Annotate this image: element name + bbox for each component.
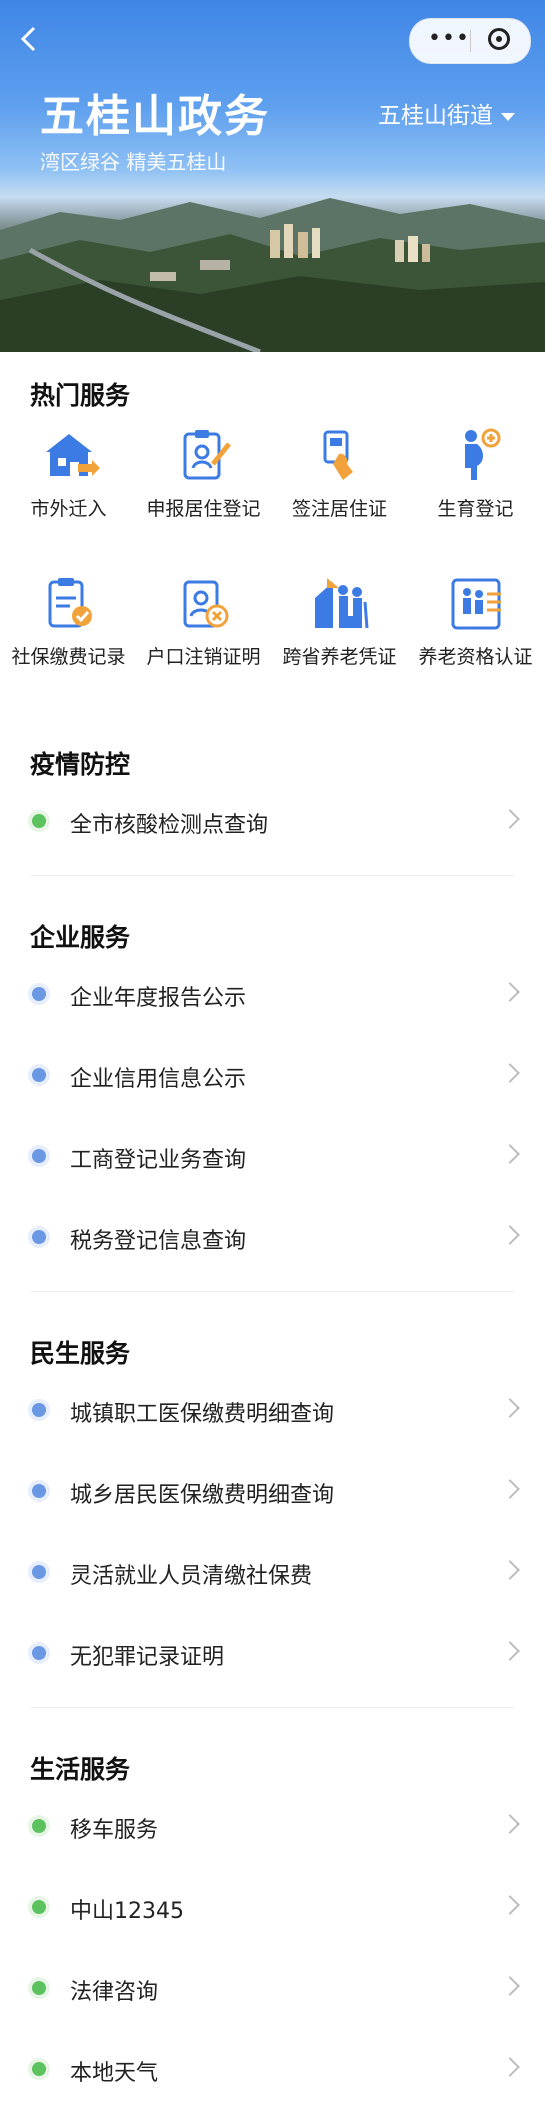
- district-selector[interactable]: 五桂山街道: [378, 96, 515, 130]
- chevron-right-icon: [500, 1063, 520, 1083]
- list-item-label: 工商登记业务查询: [70, 1148, 247, 1173]
- list-item-label: 中山12345: [70, 1899, 184, 1924]
- list-item-enterprise-credit[interactable]: 企业信用信息公示: [0, 1035, 545, 1115]
- chevron-right-icon: [500, 1144, 520, 1164]
- list-item-label: 法律咨询: [70, 1980, 159, 2005]
- hot-service-qianzhu-juzhuzheng[interactable]: 签注居住证: [272, 424, 407, 522]
- elderly-home-icon: [309, 572, 371, 634]
- list-item-resident-medical-insurance[interactable]: 城乡居民医保缴费明细查询: [0, 1451, 545, 1531]
- chevron-right-icon: [500, 1895, 520, 1915]
- district-label: 五桂山街道: [378, 103, 493, 129]
- list-item-label: 城镇职工医保缴费明细查询: [70, 1402, 335, 1427]
- id-cancel-icon: [173, 572, 235, 634]
- hot-service-shiwai-qianru[interactable]: 市外迁入: [1, 424, 136, 522]
- status-dot: [32, 2062, 46, 2076]
- list-item-legal-consultation[interactable]: 法律咨询: [0, 1948, 545, 2028]
- city-landscape-image: [0, 198, 545, 352]
- section-title-hot-services: 热门服务: [30, 381, 131, 410]
- list-item-flexible-employment-social-security[interactable]: 灵活就业人员清缴社保费: [0, 1532, 545, 1612]
- hot-service-label: 市外迁入: [30, 498, 107, 520]
- status-dot: [32, 1484, 46, 1498]
- section-divider: [30, 875, 515, 876]
- section-divider: [30, 1707, 515, 1708]
- close-target-icon[interactable]: [488, 28, 510, 50]
- chevron-right-icon: [500, 1398, 520, 1418]
- list-item-label: 灵活就业人员清缴社保费: [70, 1564, 313, 1589]
- chevron-right-icon: [500, 1641, 520, 1661]
- clipboard-check-icon: [38, 572, 100, 634]
- hot-service-label: 申报居住登记: [146, 498, 261, 520]
- status-dot: [32, 1403, 46, 1417]
- section-title-enterprise: 企业服务: [30, 923, 131, 952]
- list-item-local-weather[interactable]: 本地天气: [0, 2029, 545, 2109]
- hot-service-hukou-zhuxiao[interactable]: 户口注销证明: [136, 572, 271, 670]
- hero-banner: ••• 五桂山政务 湾区绿谷 精美五桂山 五桂山街道: [0, 0, 545, 352]
- hot-service-label: 养老资格认证: [418, 646, 533, 668]
- chevron-right-icon: [500, 1225, 520, 1245]
- list-item-label: 企业信用信息公示: [70, 1067, 247, 1092]
- status-dot: [32, 1819, 46, 1833]
- hot-service-label: 社保缴费记录: [11, 646, 126, 668]
- hot-service-label: 户口注销证明: [146, 646, 261, 668]
- page-title: 五桂山政务: [40, 91, 270, 142]
- hot-service-label: 生育登记: [437, 498, 514, 520]
- section-title-life: 生活服务: [30, 1755, 131, 1784]
- list-item-no-criminal-record[interactable]: 无犯罪记录证明: [0, 1613, 545, 1693]
- list-item-label: 税务登记信息查询: [70, 1229, 247, 1254]
- more-icon[interactable]: •••: [428, 28, 470, 50]
- status-dot: [32, 1230, 46, 1244]
- hot-service-label: 签注居住证: [291, 498, 387, 520]
- section-title-livelihood: 民生服务: [30, 1339, 131, 1368]
- list-item-zhongshan-12345[interactable]: 中山12345: [0, 1867, 545, 1947]
- status-dot: [32, 1981, 46, 1995]
- hot-service-shebao-jiaofei[interactable]: 社保缴费记录: [1, 572, 136, 670]
- chevron-right-icon: [500, 1479, 520, 1499]
- list-item-move-car[interactable]: 移车服务: [0, 1786, 545, 1866]
- list-item-enterprise-annual-report[interactable]: 企业年度报告公示: [0, 954, 545, 1034]
- status-dot: [32, 1900, 46, 1914]
- status-dot: [32, 987, 46, 1001]
- hot-service-shenbao-juzhu[interactable]: 申报居住登记: [136, 424, 271, 522]
- chevron-right-icon: [500, 1976, 520, 1996]
- pregnant-woman-icon: [445, 424, 507, 486]
- status-dot: [32, 1646, 46, 1660]
- hot-service-kuasheng-yanglao[interactable]: 跨省养老凭证: [272, 572, 407, 670]
- list-item-label: 本地天气: [70, 2061, 159, 2086]
- chevron-right-icon: [500, 809, 520, 829]
- hot-service-label: 跨省养老凭证: [282, 646, 397, 668]
- list-item-label: 无犯罪记录证明: [70, 1645, 225, 1670]
- list-item-tax-registration[interactable]: 税务登记信息查询: [0, 1197, 545, 1277]
- status-dot: [32, 1068, 46, 1082]
- list-item-urban-medical-insurance[interactable]: 城镇职工医保缴费明细查询: [0, 1370, 545, 1450]
- mini-program-capsule: •••: [409, 18, 531, 64]
- status-dot: [32, 1149, 46, 1163]
- list-item-label: 全市核酸检测点查询: [70, 813, 269, 838]
- chevron-right-icon: [500, 1814, 520, 1834]
- hot-service-yanglao-zige[interactable]: 养老资格认证: [408, 572, 543, 670]
- list-item-label: 移车服务: [70, 1818, 159, 1843]
- back-icon[interactable]: [18, 24, 40, 54]
- page-subtitle: 湾区绿谷 精美五桂山: [40, 150, 227, 174]
- chevron-right-icon: [500, 1560, 520, 1580]
- list-item-nucleic-test[interactable]: 全市核酸检测点查询: [0, 781, 545, 861]
- elderly-list-icon: [445, 572, 507, 634]
- hand-card-icon: [309, 424, 371, 486]
- clipboard-pen-icon: [173, 424, 235, 486]
- status-dot: [32, 814, 46, 828]
- chevron-right-icon: [500, 982, 520, 1002]
- list-item-label: 企业年度报告公示: [70, 986, 247, 1011]
- list-item-business-registration[interactable]: 工商登记业务查询: [0, 1116, 545, 1196]
- status-dot: [32, 1565, 46, 1579]
- list-item-label: 城乡居民医保缴费明细查询: [70, 1483, 335, 1508]
- house-arrow-icon: [38, 424, 100, 486]
- caret-down-icon: [501, 112, 515, 121]
- chevron-right-icon: [500, 2057, 520, 2077]
- capsule-divider: [470, 30, 471, 52]
- hot-service-shengyu-dengji[interactable]: 生育登记: [408, 424, 543, 522]
- section-divider: [30, 1291, 515, 1292]
- section-title-epidemic: 疫情防控: [30, 750, 131, 779]
